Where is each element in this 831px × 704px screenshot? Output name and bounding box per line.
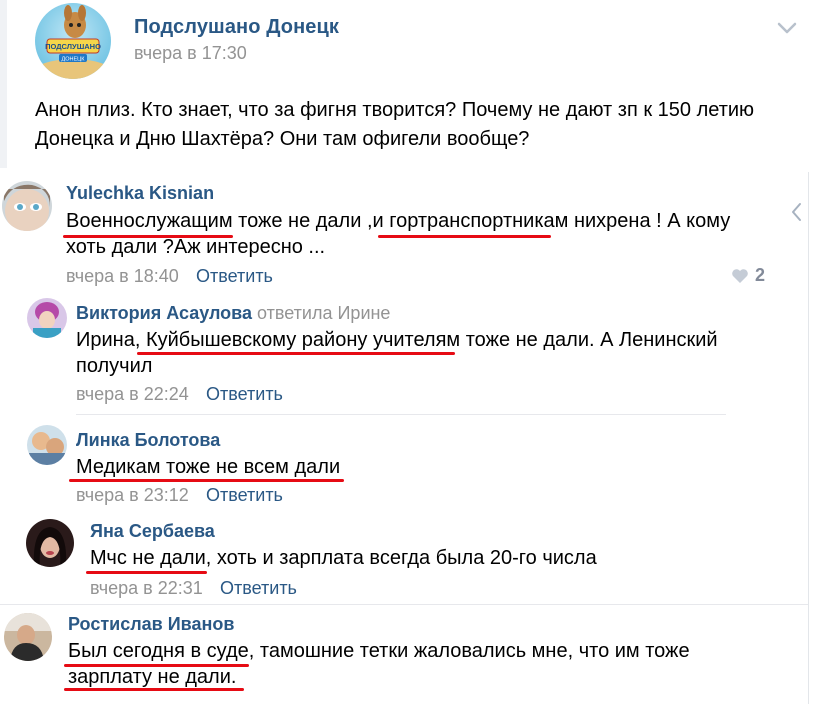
- comment-date[interactable]: вчера в 23:12: [76, 485, 189, 506]
- comment-author[interactable]: Линка Болотова: [76, 430, 220, 451]
- reply-button[interactable]: Ответить: [206, 485, 283, 506]
- group-avatar[interactable]: ПОДСЛУШАНО ДОНЕЦК: [35, 3, 111, 79]
- reply-button[interactable]: Ответить: [206, 384, 283, 405]
- comment-author[interactable]: Виктория Асаулова ответила Ирине: [76, 303, 390, 324]
- left-edge-strip: [0, 0, 7, 168]
- avatar[interactable]: [2, 181, 52, 231]
- avatar-logo-bottom: ДОНЕЦК: [62, 57, 86, 63]
- comment-text-line: получил: [76, 355, 153, 377]
- highlight-underline: [64, 688, 244, 691]
- comment-author[interactable]: Яна Сербаева: [90, 521, 215, 542]
- comment-text-line: Ирина, Куйбышевскому району учителям тож…: [76, 329, 718, 351]
- comment-text-line: Был сегодня в суде, тамошние тетки жалов…: [68, 640, 690, 662]
- avatar[interactable]: [27, 298, 67, 338]
- comment-separator: [76, 414, 726, 415]
- group-name-link[interactable]: Подслушано Донецк: [134, 16, 339, 39]
- sidebar-divider: [808, 172, 809, 704]
- heart-icon: [732, 268, 748, 283]
- post-date[interactable]: вчера в 17:30: [134, 43, 247, 64]
- comment-text-line: Мчс не дали, хоть и зарплата всегда была…: [90, 547, 597, 569]
- avatar[interactable]: [27, 425, 67, 465]
- replied-to[interactable]: ответила Ирине: [257, 303, 390, 323]
- avatar[interactable]: [26, 519, 74, 567]
- highlight-underline: [137, 352, 455, 355]
- avatar[interactable]: [4, 613, 52, 661]
- highlight-underline: [69, 479, 344, 482]
- highlight-underline: [86, 571, 207, 574]
- post-text: Анон плиз. Кто знает, что за фигня твори…: [35, 99, 755, 150]
- chevron-down-icon[interactable]: [772, 16, 802, 40]
- comment-author[interactable]: Ростислав Иванов: [68, 614, 234, 635]
- comment-date[interactable]: вчера в 22:31: [90, 578, 203, 599]
- highlight-underline: [64, 664, 249, 667]
- comment-text-line: Медикам тоже не всем дали: [76, 456, 341, 478]
- comment-date[interactable]: вчера в 22:24: [76, 384, 189, 405]
- chevron-left-icon[interactable]: [789, 199, 805, 225]
- reply-button[interactable]: Ответить: [196, 266, 273, 287]
- comment-author[interactable]: Yulechka Kisnian: [66, 183, 214, 204]
- highlight-underline: [378, 235, 551, 238]
- like-button[interactable]: 2: [731, 265, 765, 286]
- comment-date[interactable]: вчера в 18:40: [66, 266, 179, 287]
- comment-author-name[interactable]: Виктория Асаулова: [76, 303, 252, 323]
- reply-button[interactable]: Ответить: [220, 578, 297, 599]
- like-count: 2: [755, 265, 766, 285]
- avatar-logo-top: ПОДСЛУШАНО: [45, 42, 101, 51]
- comment-text-line: зарплату не дали.: [68, 666, 237, 688]
- comment-text-line: Военнослужащим тоже не дали ,и гортрансп…: [66, 210, 731, 232]
- comment-separator: [0, 604, 808, 605]
- highlight-underline: [63, 235, 233, 238]
